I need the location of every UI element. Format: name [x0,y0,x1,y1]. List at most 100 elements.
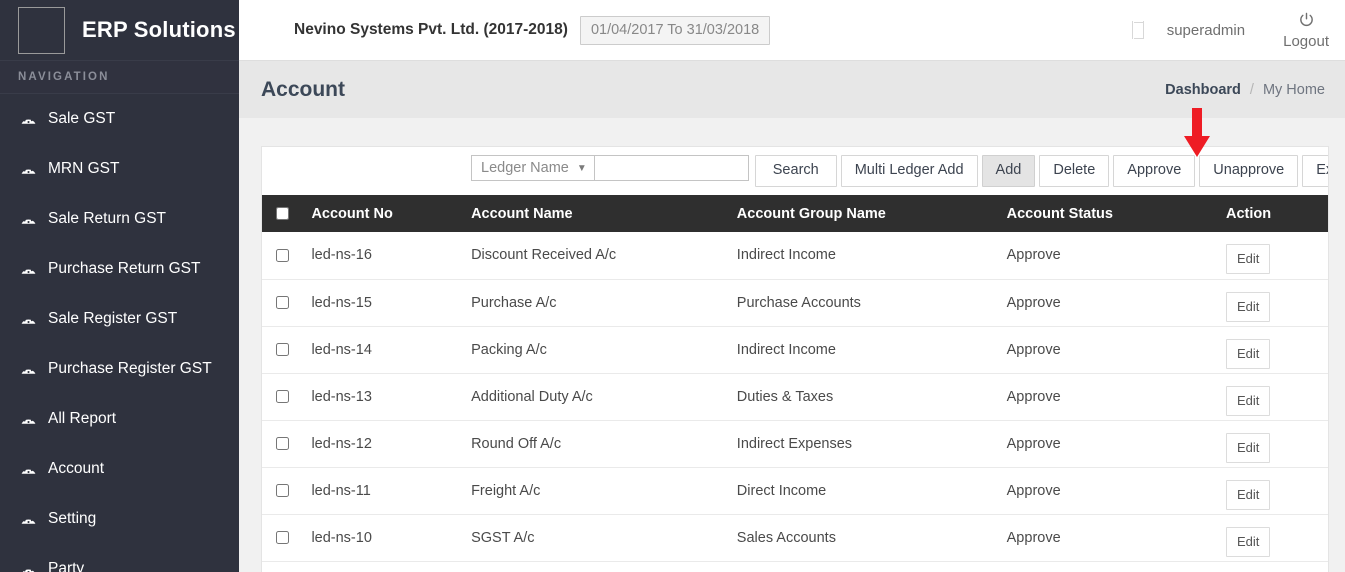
accounts-table: Account No Account Name Account Group Na… [262,195,1328,572]
sidebar-item-label: Party [48,560,84,572]
breadcrumb-current[interactable]: My Home [1263,82,1325,98]
brand-header[interactable]: ERP Solutions [0,0,239,60]
cell-account-group: Sales Accounts [737,514,1007,561]
cell-action: Edit [1226,514,1328,561]
edit-button[interactable]: Edit [1226,339,1270,369]
sidebar-item-sale-return-gst[interactable]: Sale Return GST [0,194,239,244]
user-block[interactable]: superadmin [1132,17,1245,43]
cell-account-group: Duties & Taxes [737,373,1007,420]
dashboard-icon [18,159,38,179]
sidebar-item-sale-gst[interactable]: Sale GST [0,94,239,144]
sidebar-item-purchase-register-gst[interactable]: Purchase Register GST [0,344,239,394]
sidebar-item-all-report[interactable]: All Report [0,394,239,444]
sidebar-item-account[interactable]: Account [0,444,239,494]
cell-account-no: led-ns-11 [311,467,471,514]
cell-account-status: Approve [1007,279,1226,326]
row-checkbox[interactable] [276,484,289,497]
delete-button[interactable]: Delete [1039,155,1109,187]
cell-action: Edit [1226,420,1328,467]
sidebar-item-label: MRN GST [48,160,119,178]
breadcrumb-separator: / [1250,82,1254,98]
table-header-row: Account No Account Name Account Group Na… [262,195,1328,232]
row-select-cell [262,467,311,514]
edit-button[interactable]: Edit [1226,292,1270,322]
cell-account-group: Indirect Income [737,232,1007,279]
row-select-cell [262,326,311,373]
edit-button[interactable]: Edit [1226,244,1270,274]
column-account-group[interactable]: Account Group Name [737,195,1007,232]
column-account-no[interactable]: Account No [311,195,471,232]
table-row[interactable]: led-ns-12Round Off A/cIndirect ExpensesA… [262,420,1328,467]
row-select-cell [262,514,311,561]
table-row[interactable]: led-ns-10SGST A/cSales AccountsApproveEd… [262,514,1328,561]
table-row[interactable]: led-ns-16Discount Received A/cIndirect I… [262,232,1328,279]
column-account-status[interactable]: Account Status [1007,195,1226,232]
brand-name: ERP Solutions [82,17,236,43]
table-row[interactable]: led-ns-14Packing A/cIndirect IncomeAppro… [262,326,1328,373]
approve-button[interactable]: Approve [1113,155,1195,187]
add-button[interactable]: Add [982,155,1036,187]
filter-field-select[interactable]: Ledger Name ▼ [471,155,595,181]
select-all-checkbox[interactable] [276,207,289,220]
column-select-all [262,195,311,232]
cell-account-name: Freight A/c [471,467,737,514]
table-head: Account No Account Name Account Group Na… [262,195,1328,232]
dashboard-icon [18,409,38,429]
cell-action: Edit [1226,232,1328,279]
row-checkbox[interactable] [276,296,289,309]
broken-image-icon [1132,17,1158,43]
sidebar-item-label: Setting [48,510,96,528]
sidebar-item-mrn-gst[interactable]: MRN GST [0,144,239,194]
multi-ledger-add-button[interactable]: Multi Ledger Add [841,155,978,187]
cell-action: Edit [1226,373,1328,420]
sidebar-item-setting[interactable]: Setting [0,494,239,544]
edit-button[interactable]: Edit [1226,386,1270,416]
cell-account-group: Indirect Income [737,326,1007,373]
row-checkbox[interactable] [276,343,289,356]
breadcrumb-dashboard[interactable]: Dashboard [1165,82,1241,98]
search-button[interactable]: Search [755,155,837,187]
cell-action: Edit [1226,326,1328,373]
export-button[interactable]: Export [1302,155,1329,187]
username-label: superadmin [1167,22,1245,39]
company-block: Nevino Systems Pvt. Ltd. (2017-2018) 01/… [294,16,770,45]
table-row[interactable] [262,561,1328,572]
dashboard-icon [18,209,38,229]
column-action: Action [1226,195,1328,232]
edit-button[interactable]: Edit [1226,433,1270,463]
cell-account-status: Approve [1007,420,1226,467]
cell-account-no: led-ns-10 [311,514,471,561]
logout-button[interactable]: Logout [1283,11,1329,49]
cell-account-status: Approve [1007,514,1226,561]
cell-account-no [311,561,471,572]
logout-label: Logout [1283,34,1329,49]
row-checkbox[interactable] [276,390,289,403]
row-checkbox[interactable] [276,531,289,544]
sidebar-item-party[interactable]: Party [0,544,239,572]
row-select-cell [262,232,311,279]
sidebar-item-purchase-return-gst[interactable]: Purchase Return GST [0,244,239,294]
table-row[interactable]: led-ns-13Additional Duty A/cDuties & Tax… [262,373,1328,420]
sidebar-item-label: All Report [48,410,116,428]
row-checkbox[interactable] [276,437,289,450]
caret-down-icon: ▼ [577,163,587,174]
sidebar-item-label: Purchase Register GST [48,360,212,378]
column-account-name[interactable]: Account Name [471,195,737,232]
date-range-display[interactable]: 01/04/2017 To 31/03/2018 [580,16,770,45]
sidebar-item-label: Account [48,460,104,478]
row-select-cell [262,561,311,572]
main-area: Nevino Systems Pvt. Ltd. (2017-2018) 01/… [239,0,1345,572]
table-row[interactable]: led-ns-11Freight A/cDirect IncomeApprove… [262,467,1328,514]
search-input[interactable] [595,155,749,181]
sidebar-nav-list: Sale GSTMRN GSTSale Return GSTPurchase R… [0,94,239,572]
edit-button[interactable]: Edit [1226,480,1270,510]
account-panel: Ledger Name ▼ SearchMulti Ledger AddAddD… [261,146,1329,572]
row-checkbox[interactable] [276,249,289,262]
edit-button[interactable]: Edit [1226,527,1270,557]
sidebar-item-sale-register-gst[interactable]: Sale Register GST [0,294,239,344]
unapprove-button[interactable]: Unapprove [1199,155,1298,187]
page-title: Account [261,78,345,102]
breadcrumb: Dashboard / My Home [1165,82,1325,98]
table-row[interactable]: led-ns-15Purchase A/cPurchase AccountsAp… [262,279,1328,326]
cell-account-name: SGST A/c [471,514,737,561]
